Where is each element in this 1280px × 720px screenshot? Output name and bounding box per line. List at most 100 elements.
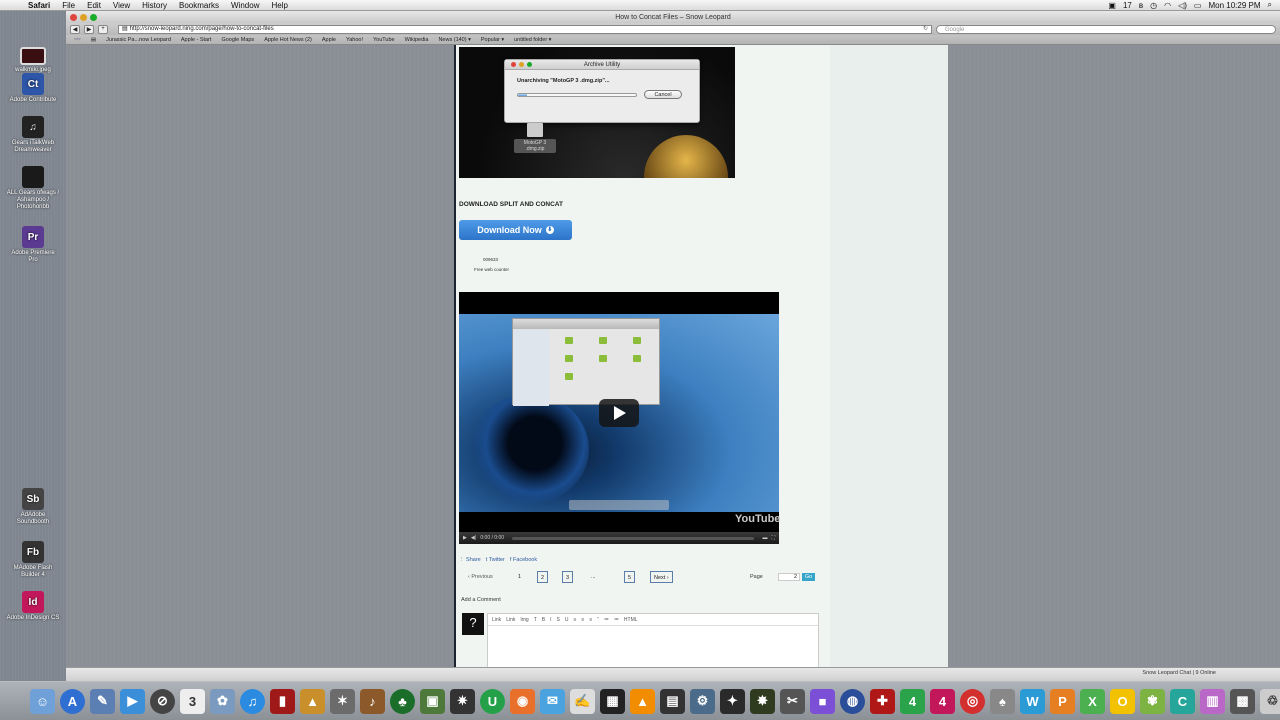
finder-icon[interactable]: ☺ bbox=[30, 688, 55, 714]
aperture-icon[interactable]: ✶ bbox=[330, 688, 355, 714]
forward-button[interactable]: ▶ bbox=[84, 24, 94, 34]
photobooth-icon[interactable]: ▮ bbox=[270, 688, 295, 714]
previous-page-link[interactable]: ‹ Previous bbox=[468, 571, 493, 583]
cashculator-icon[interactable]: ▣ bbox=[420, 688, 445, 714]
bookmark-item[interactable]: untitled folder ▾ bbox=[514, 37, 551, 43]
excel-icon[interactable]: X bbox=[1080, 688, 1105, 714]
green-4-icon[interactable]: 4 bbox=[900, 688, 925, 714]
text-icon[interactable]: T bbox=[534, 617, 537, 623]
desktop-icon-indesign[interactable]: Id Adobe InDesign CS bbox=[6, 591, 60, 622]
html-icon[interactable]: HTML bbox=[624, 617, 638, 623]
firefox-icon[interactable]: ◉ bbox=[510, 688, 535, 714]
numbered-list-icon[interactable]: ≔ bbox=[614, 617, 619, 623]
italic-icon[interactable]: I bbox=[550, 617, 551, 623]
twitter-link[interactable]: t Twitter bbox=[486, 557, 505, 563]
page-link-3[interactable]: 3 bbox=[562, 571, 574, 583]
desktop-icon-soundbooth[interactable]: Sb AdAdobe Soundbooth bbox=[6, 488, 60, 526]
menu-file[interactable]: File bbox=[56, 1, 81, 10]
filmstrip-icon[interactable]: ▤ bbox=[660, 688, 685, 714]
desktop-icon-flashbuilder[interactable]: Fb MAdobe Flash Builder 4 bbox=[6, 541, 60, 579]
bookmark-item[interactable]: Yahoo! bbox=[346, 37, 363, 43]
bookmark-item[interactable]: YouTube bbox=[373, 37, 395, 43]
garageband-icon[interactable]: ♪ bbox=[360, 688, 385, 714]
comment-editor[interactable]: Link Link Img T B I S U ≡ ≡ ≡ “ ≔ ≔ HTML bbox=[487, 613, 819, 669]
trash-icon[interactable]: ♲ bbox=[1260, 688, 1280, 714]
bookmark-item[interactable]: Popular ▾ bbox=[481, 37, 504, 43]
word-icon[interactable]: W bbox=[1020, 688, 1045, 714]
free-web-counter-link[interactable]: Free web counter bbox=[474, 267, 509, 272]
timemachine-icon[interactable]: ◷ bbox=[1150, 1, 1157, 10]
reload-icon[interactable]: ↻ bbox=[923, 25, 931, 33]
page-link-5[interactable]: 5 bbox=[624, 571, 636, 583]
powerpoint-icon[interactable]: P bbox=[1050, 688, 1075, 714]
wifi-icon[interactable]: ◠ bbox=[1164, 1, 1171, 10]
bullet-list-icon[interactable]: ≔ bbox=[604, 617, 609, 623]
bookmark-item[interactable]: Google Maps bbox=[221, 37, 254, 43]
photo-stack-icon[interactable]: ▥ bbox=[1200, 688, 1225, 714]
align-center-icon[interactable]: ≡ bbox=[581, 617, 584, 623]
play-button-icon[interactable] bbox=[599, 399, 639, 427]
globe-icon[interactable]: ◍ bbox=[840, 688, 865, 714]
add-bookmark-button[interactable]: + bbox=[98, 24, 108, 34]
go-button[interactable]: Go bbox=[802, 573, 815, 581]
menu-window[interactable]: Window bbox=[225, 1, 265, 10]
textedit-icon[interactable]: ✍ bbox=[570, 688, 595, 714]
battery-icon[interactable]: ▭ bbox=[1194, 1, 1202, 10]
plant-icon[interactable]: ✦ bbox=[720, 688, 745, 714]
menu-help[interactable]: Help bbox=[265, 1, 293, 10]
radio-icon[interactable]: ◎ bbox=[960, 688, 985, 714]
play-icon[interactable]: ▶ bbox=[463, 535, 467, 541]
bluetooth-icon[interactable]: ʙ bbox=[1139, 1, 1143, 10]
desktop-icon-gears[interactable]: ♫ Gears iTalkWeb Dreamweaver bbox=[6, 116, 60, 154]
preview-icon[interactable]: ✎ bbox=[90, 688, 115, 714]
bookmark-item[interactable]: Jurassic Pa...now Leopard bbox=[106, 37, 171, 43]
bookmark-item[interactable]: Apple bbox=[322, 37, 336, 43]
purple-app-icon[interactable]: ■ bbox=[810, 688, 835, 714]
menu-bookmarks[interactable]: Bookmarks bbox=[173, 1, 225, 10]
page-link-2[interactable]: 2 bbox=[537, 571, 549, 583]
fullscreen-icon[interactable]: ⛶ bbox=[771, 535, 775, 541]
status-number[interactable]: 17 bbox=[1123, 1, 1132, 10]
back-button[interactable]: ◀ bbox=[70, 24, 80, 34]
photos-icon[interactable]: ✿ bbox=[210, 688, 235, 714]
facetime-icon[interactable]: ▶ bbox=[120, 688, 145, 714]
link-icon[interactable]: Link bbox=[492, 617, 501, 623]
reading-list-icon[interactable]: 👓 bbox=[74, 37, 81, 43]
iphoto-icon[interactable]: ▲ bbox=[300, 688, 325, 714]
upwork-icon[interactable]: U bbox=[480, 688, 505, 714]
video-seek-bar[interactable] bbox=[512, 536, 755, 540]
menu-app-safari[interactable]: Safari bbox=[22, 1, 56, 10]
image-icon[interactable]: Img bbox=[520, 617, 528, 623]
address-bar[interactable]: ▤ http://snow-leopard.ning.com/page/how-… bbox=[118, 24, 932, 34]
align-left-icon[interactable]: ≡ bbox=[573, 617, 576, 623]
film-icon[interactable]: ▩ bbox=[1230, 688, 1255, 714]
quote-icon[interactable]: “ bbox=[597, 617, 599, 623]
magenta-4-icon[interactable]: 4 bbox=[930, 688, 955, 714]
underline-icon[interactable]: U bbox=[565, 617, 569, 623]
app-store-icon[interactable]: A bbox=[60, 688, 85, 714]
desktop-icon-walkmiki[interactable]: walkmiki.jpeg bbox=[6, 47, 60, 74]
desktop-icon-premiere[interactable]: Pr Adobe Premiere Pro bbox=[6, 226, 60, 264]
quality-icon[interactable]: ▬ bbox=[762, 535, 767, 541]
download-now-button[interactable]: Download Now ⬇ bbox=[459, 220, 572, 240]
spotlight-icon[interactable]: ⌕ bbox=[1268, 0, 1272, 10]
utility-icon[interactable]: ✷ bbox=[450, 688, 475, 714]
show-all-bookmarks-icon[interactable]: ▤ bbox=[91, 37, 96, 43]
align-right-icon[interactable]: ≡ bbox=[589, 617, 592, 623]
mail-icon[interactable]: ✉ bbox=[540, 688, 565, 714]
bookmark-item[interactable]: Wikipedia bbox=[405, 37, 429, 43]
menu-history[interactable]: History bbox=[136, 1, 173, 10]
screen-icon[interactable]: ▣ bbox=[1108, 1, 1116, 10]
youtube-player[interactable]: YouTube ▶ ◀) 0:00 / 0:00 ▬ ⛶ bbox=[459, 292, 780, 544]
system-prefs-icon[interactable]: ⚙ bbox=[690, 688, 715, 714]
page-number-input[interactable]: 2 bbox=[778, 573, 800, 581]
bug-icon[interactable]: ✸ bbox=[750, 688, 775, 714]
outlook-icon[interactable]: O bbox=[1110, 688, 1135, 714]
bookmark-item[interactable]: News (140) ▾ bbox=[438, 37, 470, 43]
volume-icon[interactable]: ◁) bbox=[1178, 1, 1187, 10]
volume-icon[interactable]: ◀) bbox=[471, 535, 477, 541]
robot-icon[interactable]: ♠ bbox=[990, 688, 1015, 714]
desktop-icon-contribute[interactable]: Ct Adobe Contribute bbox=[6, 73, 60, 104]
messenger-icon[interactable]: ✾ bbox=[1140, 688, 1165, 714]
itunes-icon[interactable]: ♫ bbox=[240, 688, 265, 714]
